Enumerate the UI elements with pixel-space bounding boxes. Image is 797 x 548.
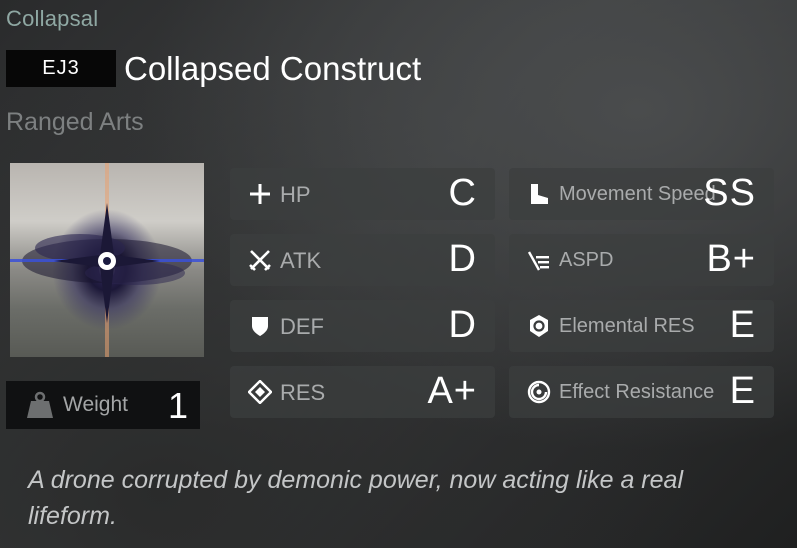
diamond-icon: [247, 379, 273, 405]
stat-label: RES: [280, 380, 326, 405]
stat-grade: C: [448, 172, 477, 214]
stat-effect-resistance: Effect Resistance E: [509, 366, 774, 418]
enemy-name: Collapsed Construct: [124, 50, 422, 87]
shield-icon: [248, 314, 272, 338]
stat-hp: HP C: [230, 168, 495, 220]
weight-box: Weight 1: [6, 381, 200, 429]
stat-grade: SS: [703, 172, 756, 214]
stat-grade: B+: [706, 238, 756, 280]
speed-lines-icon: [527, 248, 551, 272]
circle-swirl-icon: [527, 380, 551, 404]
enemy-portrait: [10, 163, 204, 357]
weight-label: Weight: [63, 393, 128, 416]
stat-grade: D: [448, 304, 477, 346]
stat-label: DEF: [280, 314, 324, 339]
crossed-swords-icon: [248, 248, 272, 272]
stat-grade: E: [729, 370, 756, 412]
weight-icon: [26, 391, 54, 424]
stat-def: DEF D: [230, 300, 495, 352]
stat-label: Elemental RES: [559, 315, 695, 337]
faction-label: Collapsal: [6, 6, 99, 31]
stat-elemental-res: Elemental RES E: [509, 300, 774, 352]
stat-label: Movement Speed: [559, 183, 716, 205]
attack-type: Ranged Arts: [6, 108, 144, 136]
elemental-shield-icon: [527, 314, 551, 338]
boot-icon: [527, 182, 551, 206]
stat-res: RES A+: [230, 366, 495, 418]
plus-icon: [248, 182, 272, 206]
stat-movement-speed: Movement Speed SS: [509, 168, 774, 220]
stat-grade: A+: [427, 370, 477, 412]
stat-label: HP: [280, 182, 311, 207]
stat-grade: D: [448, 238, 477, 280]
stat-label: Effect Resistance: [559, 381, 715, 403]
stat-label: ATK: [280, 248, 322, 273]
stat-label: ASPD: [559, 249, 614, 271]
enemy-code: EJ3: [42, 57, 80, 79]
stat-aspd: ASPD B+: [509, 234, 774, 286]
enemy-description: A drone corrupted by demonic power, now …: [28, 466, 683, 530]
stat-grade: E: [729, 304, 756, 346]
enemy-code-badge: EJ3: [6, 50, 116, 87]
weight-value: 1: [168, 385, 189, 426]
stat-atk: ATK D: [230, 234, 495, 286]
